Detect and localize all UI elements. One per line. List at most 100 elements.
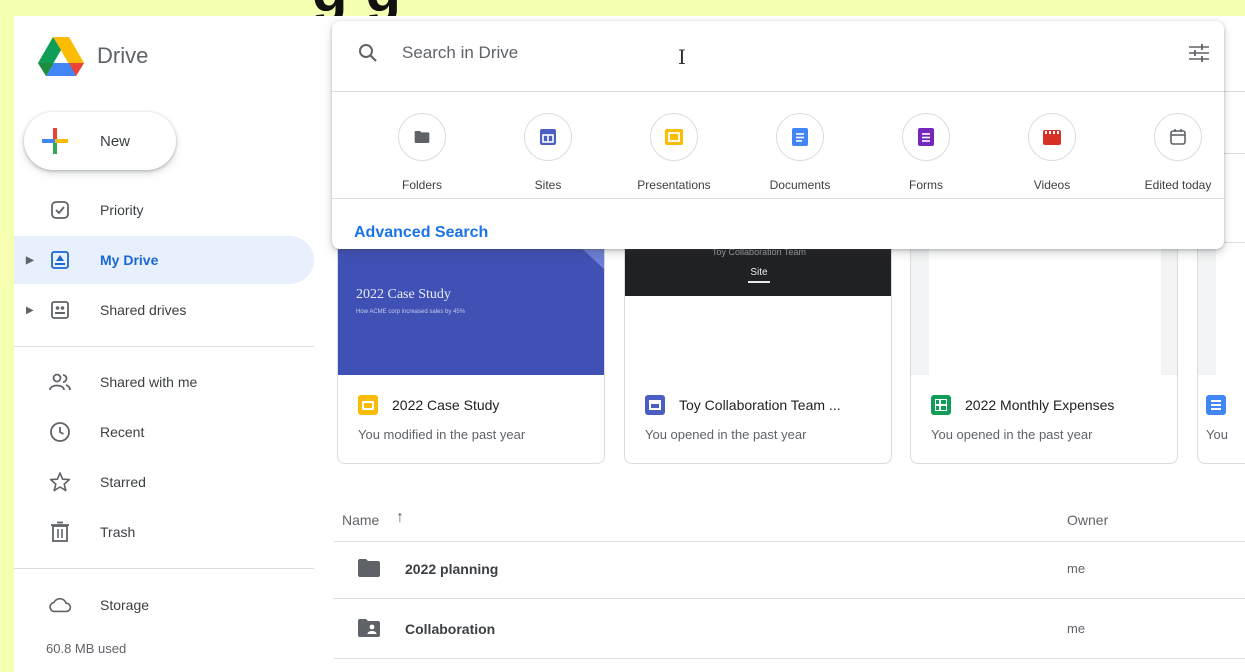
- sidebar-item-label: Shared drives: [100, 302, 187, 318]
- clock-icon: [48, 420, 72, 444]
- search-chip-videos[interactable]: Videos: [992, 113, 1112, 192]
- card-subtitle: You opened in the past year: [931, 427, 1093, 442]
- search-dropdown: I Folders Sites Presentations: [332, 21, 1224, 249]
- app-name: Drive: [97, 43, 149, 68]
- doc-preview: [1216, 243, 1245, 375]
- thumb-subtitle: Site: [750, 267, 768, 278]
- thumb-title: 2022 Case Study: [356, 287, 451, 302]
- search-chip-sites[interactable]: Sites: [488, 113, 608, 192]
- sheets-icon: [931, 395, 951, 415]
- my-drive-icon: [48, 248, 72, 272]
- slides-icon: [650, 113, 698, 161]
- thumb-subtitle: How ACME corp increased sales by 45%: [356, 309, 466, 315]
- card-subtitle: You: [1206, 427, 1228, 442]
- shared-with-me-icon: [48, 370, 72, 394]
- sheet-preview: [929, 243, 1161, 375]
- sites-icon: [524, 113, 572, 161]
- suggested-card[interactable]: 2022 Case Study How ACME corp increased …: [337, 242, 605, 464]
- sidebar-item-label: Trash: [100, 524, 136, 540]
- search-chip-presentations[interactable]: Presentations: [614, 113, 734, 192]
- sidebar-item-storage[interactable]: Storage: [14, 581, 314, 629]
- trash-icon: [48, 520, 72, 544]
- card-title: 2022 Monthly Expenses: [965, 397, 1115, 413]
- expand-caret-icon[interactable]: ▶: [26, 255, 34, 266]
- shared-drives-icon: [48, 298, 72, 322]
- storage-used-text: 60.8 MB used: [46, 641, 127, 656]
- sidebar-divider: [14, 346, 314, 347]
- search-icon[interactable]: [358, 43, 378, 63]
- sidebar-divider: [14, 568, 314, 569]
- sidebar-item-shared-with-me[interactable]: Shared with me: [14, 358, 314, 406]
- sidebar-item-priority[interactable]: Priority: [14, 186, 314, 234]
- card-title: 2022 Case Study: [392, 397, 500, 413]
- expand-caret-icon[interactable]: ▶: [26, 305, 34, 316]
- new-button-label: New: [100, 132, 131, 150]
- file-name: 2022 planning: [405, 561, 499, 577]
- video-icon: [1028, 113, 1076, 161]
- card-thumbnail: Toy Collaboration Team Site: [625, 243, 891, 375]
- sidebar-item-recent[interactable]: Recent: [14, 408, 314, 456]
- search-chip-edited-today[interactable]: Edited today: [1118, 113, 1238, 192]
- docs-icon: [776, 113, 824, 161]
- drive-logo[interactable]: Drive: [38, 36, 148, 76]
- suggested-card[interactable]: Toy Collaboration Team Site Toy Collabor…: [624, 242, 892, 464]
- sidebar-item-label: Starred: [100, 474, 146, 490]
- sidebar-item-label: Shared with me: [100, 374, 198, 390]
- suggested-card[interactable]: You: [1197, 242, 1245, 464]
- sites-icon: [645, 395, 665, 415]
- file-name: Collaboration: [405, 621, 496, 637]
- card-thumbnail: [1198, 243, 1245, 375]
- search-chip-documents[interactable]: Documents: [740, 113, 860, 192]
- calendar-icon: [1154, 113, 1202, 161]
- search-divider: [332, 91, 1224, 92]
- sidebar-item-trash[interactable]: Trash: [14, 508, 314, 556]
- drive-logo-icon: [38, 37, 84, 76]
- card-thumbnail: [911, 243, 1177, 375]
- suggested-card[interactable]: 2022 Monthly Expenses You opened in the …: [910, 242, 1178, 464]
- chip-label: Presentations: [637, 178, 711, 192]
- sidebar-item-label: My Drive: [100, 252, 159, 268]
- chip-label: Sites: [534, 178, 562, 192]
- search-chip-folders[interactable]: Folders: [362, 113, 482, 192]
- priority-icon: [48, 198, 72, 222]
- file-row[interactable]: 2022 planning me: [334, 539, 1245, 599]
- plus-icon: [42, 128, 68, 154]
- site-underline: [748, 281, 770, 283]
- sidebar-item-label: Storage: [100, 597, 150, 613]
- folder-icon: [398, 113, 446, 161]
- file-row[interactable]: Collaboration me: [334, 599, 1245, 659]
- name-column-header[interactable]: Name: [342, 512, 379, 528]
- file-owner: me: [1067, 561, 1086, 576]
- file-owner: me: [1067, 621, 1086, 636]
- chip-label: Forms: [909, 178, 943, 192]
- drive-app: Drive New Priority ▶ My Drive ▶ Shared d…: [14, 16, 1245, 672]
- card-subtitle: You modified in the past year: [358, 427, 526, 442]
- cloud-icon: [48, 593, 72, 617]
- sidebar-item-shared-drives[interactable]: ▶ Shared drives: [14, 286, 314, 334]
- owner-column-header[interactable]: Owner: [1067, 512, 1108, 528]
- shared-folder-icon: [358, 619, 380, 637]
- new-button[interactable]: New: [24, 112, 176, 170]
- card-thumbnail: 2022 Case Study How ACME corp increased …: [338, 243, 604, 375]
- forms-icon: [902, 113, 950, 161]
- chip-label: Videos: [1033, 178, 1071, 192]
- docs-icon: [1206, 395, 1226, 415]
- search-input[interactable]: [402, 35, 902, 71]
- advanced-search-link[interactable]: Advanced Search: [354, 224, 488, 242]
- sidebar-item-starred[interactable]: Starred: [14, 458, 314, 506]
- folder-icon: [358, 559, 380, 577]
- sort-arrow-icon[interactable]: ↑: [396, 509, 404, 527]
- site-banner: Toy Collaboration Team Site: [625, 243, 891, 296]
- chip-label: Folders: [401, 178, 442, 192]
- search-chip-forms[interactable]: Forms: [866, 113, 986, 192]
- sidebar-item-label: Priority: [100, 202, 144, 218]
- sidebar-item-label: Recent: [100, 424, 145, 440]
- search-options-icon[interactable]: [1188, 43, 1210, 63]
- search-divider: [332, 198, 1224, 199]
- chip-label: Documents: [769, 178, 831, 192]
- file-list-header: Name ↑ Owner: [334, 496, 1245, 542]
- star-icon: [48, 470, 72, 494]
- sidebar-item-my-drive[interactable]: ▶ My Drive: [14, 236, 314, 284]
- card-subtitle: You opened in the past year: [645, 427, 807, 442]
- card-title: Toy Collaboration Team ...: [679, 397, 841, 413]
